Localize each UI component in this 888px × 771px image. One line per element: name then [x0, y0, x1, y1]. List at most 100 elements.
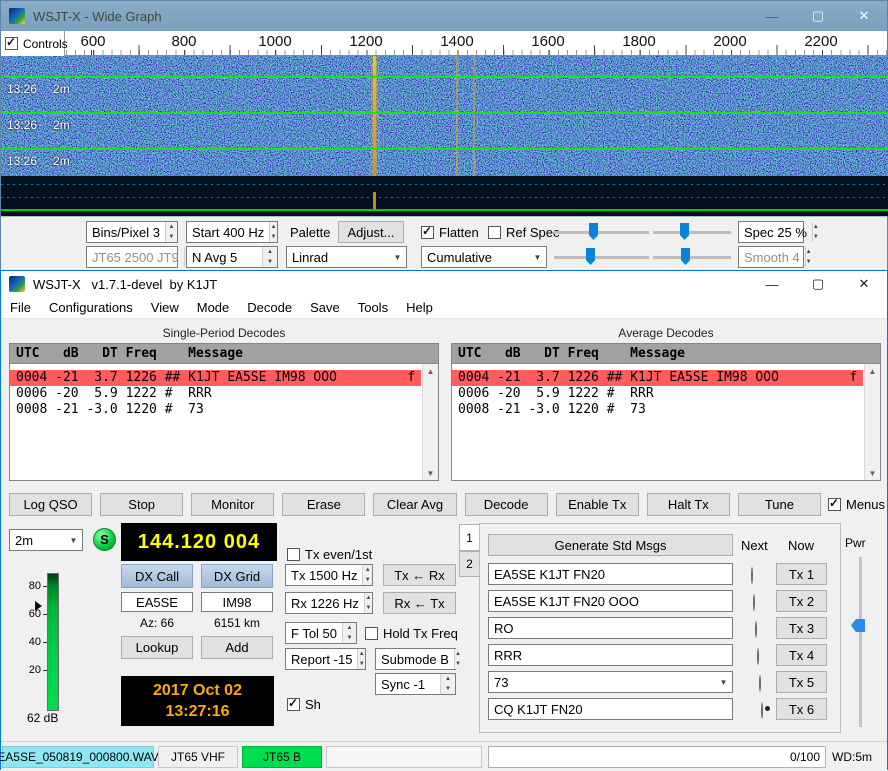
erase-button[interactable]: Erase — [282, 493, 365, 516]
slider-handle[interactable] — [589, 223, 598, 240]
rx-from-tx-button[interactable]: Rx ← Tx — [383, 592, 456, 614]
tx-freq-spinbox[interactable]: Tx 1500 Hz ▲▼ — [285, 564, 373, 586]
sh-checkbox[interactable]: Sh — [287, 697, 321, 712]
decode-row[interactable]: 0006 -20 5.9 1222 # RRR — [452, 386, 863, 402]
average-decodes-panel[interactable]: UTC dB DT Freq Message 0004 -21 3.7 1226… — [451, 343, 881, 481]
main-titlebar[interactable]: WSJT-X v1.7.1-devel by K1JT — ▢ ✕ — [1, 271, 887, 297]
menu-configurations[interactable]: Configurations — [40, 297, 142, 318]
spin-down-icon[interactable]: ▼ — [358, 659, 365, 669]
pwr-slider-handle[interactable] — [851, 619, 865, 632]
spin-down-icon[interactable]: ▼ — [270, 232, 277, 242]
lookup-button[interactable]: Lookup — [121, 636, 193, 659]
tab-2[interactable]: 2 — [459, 551, 479, 577]
spin-down-icon[interactable]: ▼ — [806, 257, 812, 267]
spin-down-icon[interactable]: ▼ — [343, 633, 356, 643]
decode-row[interactable]: 0004 -21 3.7 1226 ## K1JT EA5SE IM98 OOO… — [10, 370, 421, 386]
adjust-button[interactable]: Adjust... — [338, 221, 404, 243]
scroll-up-icon[interactable]: ▲ — [427, 364, 435, 378]
maximize-icon[interactable]: ▢ — [795, 1, 841, 31]
frequency-ruler[interactable]: 600 800 1000 1200 1400 1600 1800 2000 22… — [1, 31, 887, 56]
gain-slider[interactable] — [554, 221, 649, 243]
clear-avg-button[interactable]: Clear Avg — [373, 493, 456, 516]
add-button[interactable]: Add — [201, 636, 273, 659]
spin-down-icon[interactable]: ▼ — [363, 575, 372, 585]
spin-down-icon[interactable]: ▼ — [441, 684, 455, 694]
decode-row[interactable]: 0004 -21 3.7 1226 ## K1JT EA5SE IM98 OOO… — [452, 370, 863, 386]
spin-down-icon[interactable]: ▼ — [813, 232, 819, 242]
n-avg-spinbox[interactable]: N Avg 5 ▲▼ — [186, 246, 278, 268]
close-icon[interactable]: ✕ — [841, 1, 887, 31]
tx2-next-radio[interactable] — [753, 594, 755, 611]
smooth-spinbox[interactable]: Smooth 4 ▲▼ — [738, 246, 804, 268]
split-freq-spinbox[interactable]: JT65 2500 JT9 ▲▼ — [86, 246, 178, 268]
menu-mode[interactable]: Mode — [188, 297, 239, 318]
dx-call-input[interactable]: EA5SE — [121, 592, 193, 612]
flatten-checkbox[interactable]: Flatten — [421, 225, 479, 240]
rx-freq-spinbox[interactable]: Rx 1226 Hz ▲▼ — [285, 592, 373, 614]
tx5-next-radio[interactable] — [759, 675, 761, 692]
ref-spec-checkbox[interactable]: Ref Spec — [488, 225, 559, 240]
zero2-slider[interactable] — [653, 246, 731, 268]
tx2-now-button[interactable]: Tx 2 — [776, 590, 827, 612]
slider-handle[interactable] — [586, 248, 595, 265]
spin-down-icon[interactable]: ▼ — [365, 603, 372, 613]
tx4-now-button[interactable]: Tx 4 — [776, 644, 827, 666]
tab-1[interactable]: 1 — [459, 524, 479, 551]
spin-up-icon[interactable]: ▲ — [363, 565, 372, 575]
tx4-message-field[interactable]: RRR — [488, 644, 733, 666]
menu-tools[interactable]: Tools — [349, 297, 397, 318]
tx1-now-button[interactable]: Tx 1 — [776, 563, 827, 585]
menu-view[interactable]: View — [142, 297, 188, 318]
spin-up-icon[interactable]: ▲ — [441, 674, 455, 684]
scrollbar[interactable]: ▲ ▼ — [864, 364, 880, 480]
tx1-message-field[interactable]: EA5SE K1JT FN20 — [488, 563, 733, 585]
tx5-now-button[interactable]: Tx 5 — [776, 671, 827, 693]
controls-checkbox[interactable]: Controls — [5, 37, 68, 51]
tx5-message-combo[interactable]: 73 ▼ — [488, 671, 733, 693]
menu-help[interactable]: Help — [397, 297, 442, 318]
spin-up-icon[interactable]: ▲ — [343, 623, 356, 633]
decode-button[interactable]: Decode — [465, 493, 548, 516]
spin-up-icon[interactable]: ▲ — [358, 649, 365, 659]
minimize-icon[interactable]: — — [749, 271, 795, 297]
submode-spinbox[interactable]: Submode B ▲▼ — [375, 648, 456, 670]
tx3-message-field[interactable]: RO — [488, 617, 733, 639]
scroll-up-icon[interactable]: ▲ — [869, 364, 877, 378]
tx6-now-button[interactable]: Tx 6 — [776, 698, 827, 720]
spin-down-icon[interactable]: ▼ — [263, 257, 277, 267]
bins-pixel-spinbox[interactable]: Bins/Pixel 3 ▲▼ — [86, 221, 178, 243]
gain2-slider[interactable] — [554, 246, 649, 268]
wide-graph-titlebar[interactable]: WSJT-X - Wide Graph — ▢ ✕ — [1, 1, 887, 31]
spin-up-icon[interactable]: ▲ — [455, 649, 461, 659]
spin-up-icon[interactable]: ▲ — [813, 222, 819, 232]
spec-percent-spinbox[interactable]: Spec 25 % ▲▼ — [738, 221, 804, 243]
scroll-down-icon[interactable]: ▼ — [869, 466, 877, 480]
tx6-message-field[interactable]: CQ K1JT FN20 — [488, 698, 733, 720]
maximize-icon[interactable]: ▢ — [795, 271, 841, 297]
enable-tx-button[interactable]: Enable Tx — [556, 493, 639, 516]
tx2-message-field[interactable]: EA5SE K1JT FN20 OOO — [488, 590, 733, 612]
tx-from-rx-button[interactable]: Tx ← Rx — [383, 564, 456, 586]
minimize-icon[interactable]: — — [749, 1, 795, 31]
spin-down-icon[interactable]: ▼ — [166, 232, 177, 242]
zero-slider[interactable] — [653, 221, 731, 243]
close-icon[interactable]: ✕ — [841, 271, 887, 297]
single-period-decodes-panel[interactable]: UTC dB DT Freq Message 0004 -21 3.7 1226… — [9, 343, 439, 481]
generate-std-msgs-button[interactable]: Generate Std Msgs — [488, 534, 733, 556]
status-s-button[interactable]: S — [93, 528, 116, 551]
stop-button[interactable]: Stop — [100, 493, 183, 516]
log-qso-button[interactable]: Log QSO — [9, 493, 92, 516]
hold-tx-freq-checkbox[interactable]: Hold Tx Freq — [365, 626, 458, 641]
tx3-next-radio[interactable] — [755, 621, 757, 638]
menu-file[interactable]: File — [1, 297, 40, 318]
spin-down-icon[interactable]: ▼ — [455, 659, 461, 669]
spin-up-icon[interactable]: ▲ — [806, 247, 812, 257]
pwr-slider-track[interactable] — [859, 557, 862, 727]
spin-up-icon[interactable]: ▲ — [270, 222, 277, 232]
scroll-down-icon[interactable]: ▼ — [427, 466, 435, 480]
tx4-next-radio[interactable] — [757, 648, 759, 665]
spin-up-icon[interactable]: ▲ — [365, 593, 372, 603]
menu-decode[interactable]: Decode — [238, 297, 301, 318]
band-select[interactable]: 2m ▼ — [9, 529, 83, 551]
decode-row[interactable]: 0008 -21 -3.0 1220 # 73 — [452, 402, 863, 418]
